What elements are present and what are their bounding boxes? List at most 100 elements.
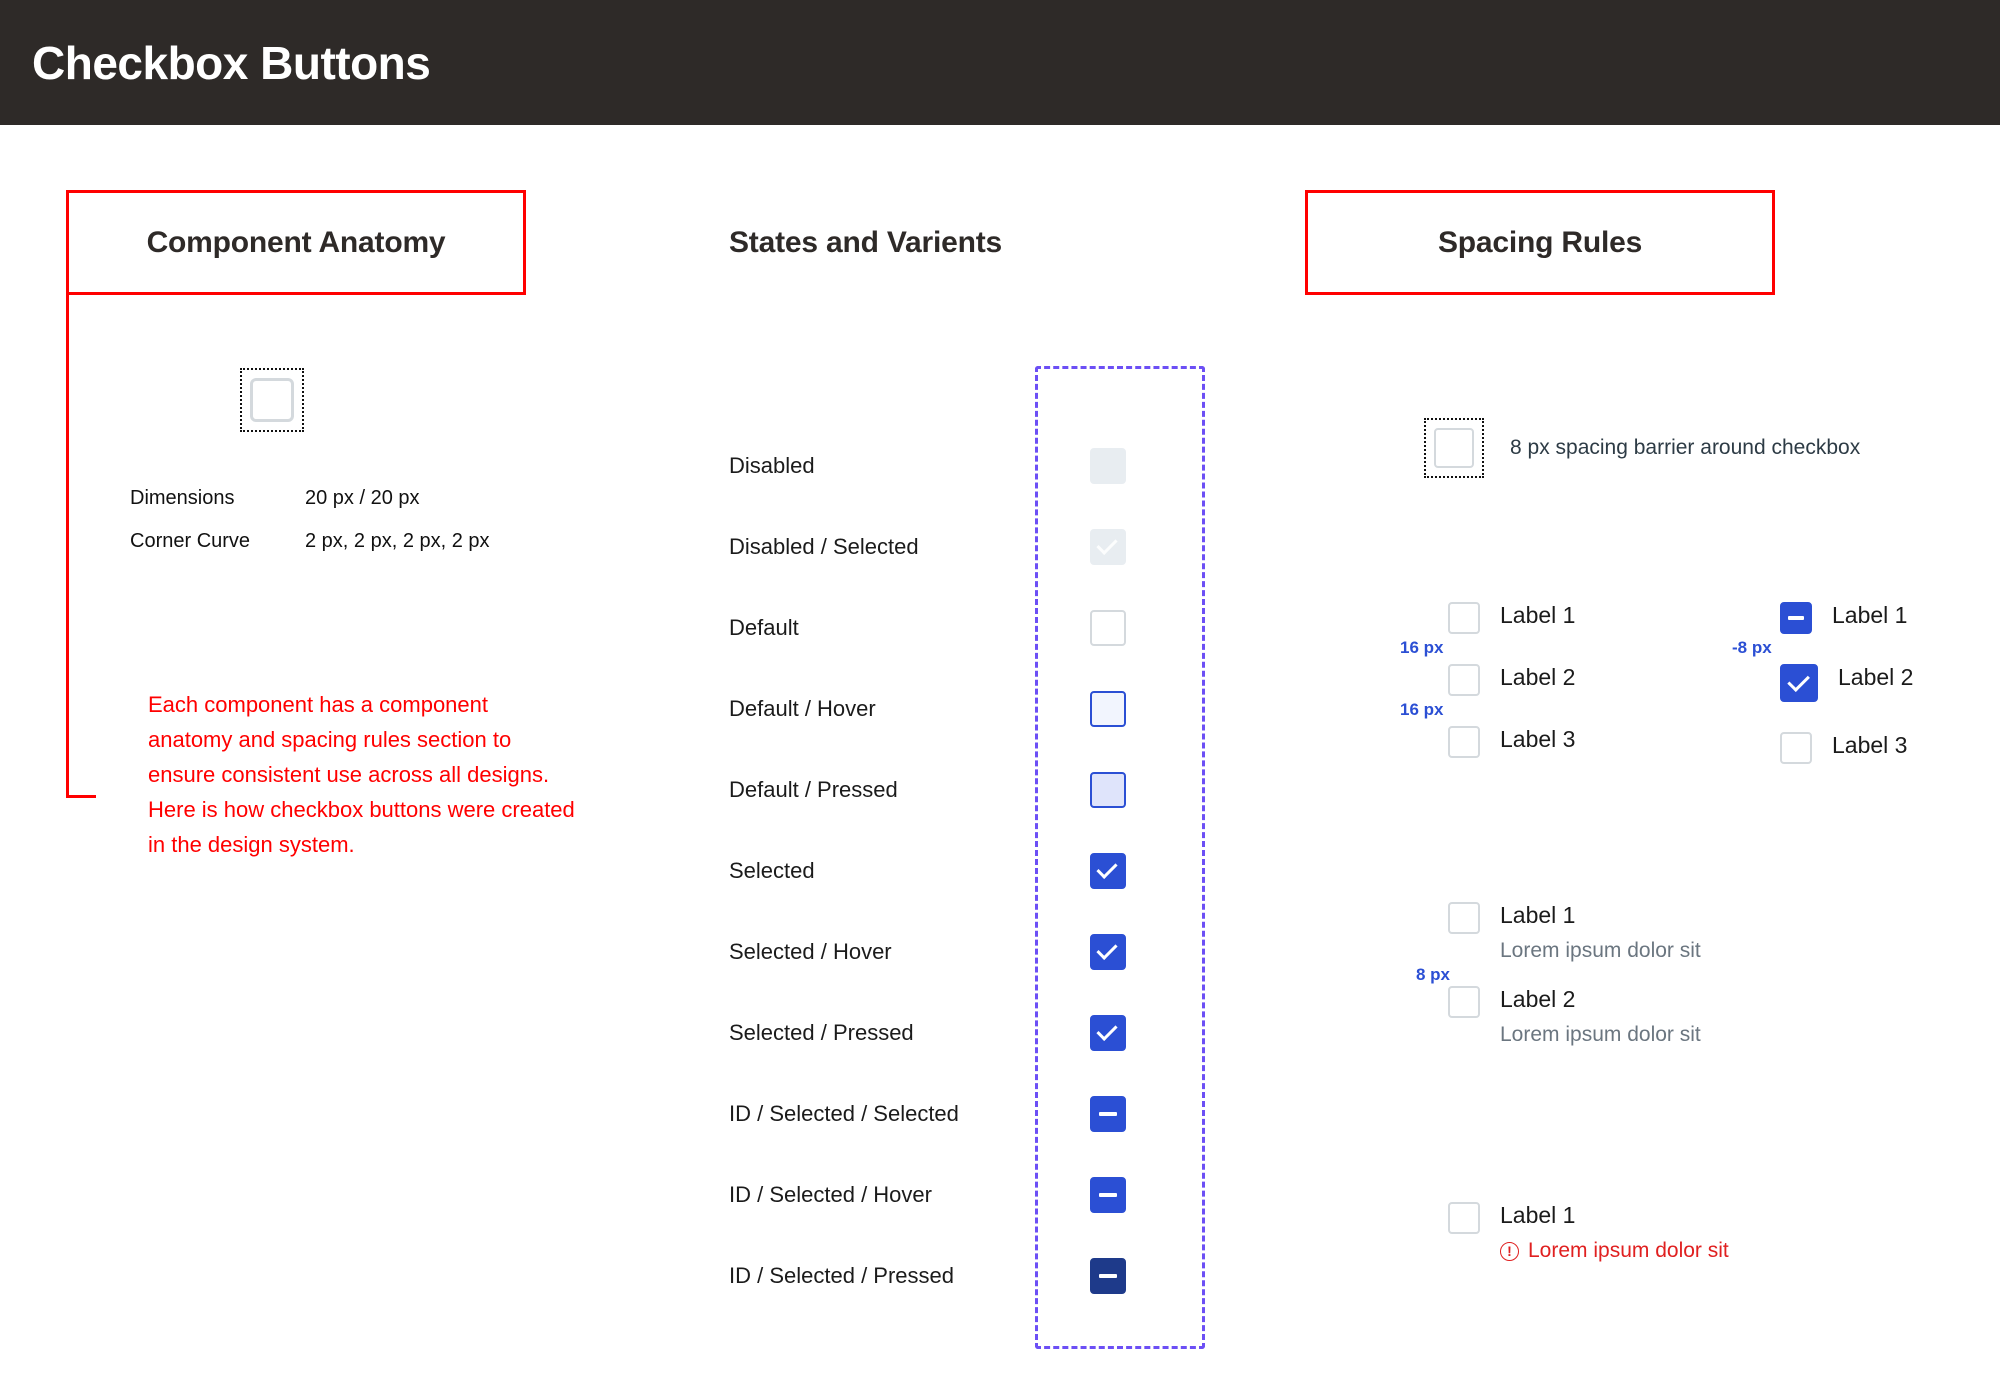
spacing-group-default: Label 1 16 px Label 2 16 px Label 3	[1400, 600, 1575, 758]
spacing-gap: 16 px	[1400, 696, 1575, 724]
states-label-list: Disabled Disabled / Selected Default Def…	[729, 425, 959, 1316]
list-item-label: Label 3	[1500, 726, 1576, 752]
anatomy-annotation-text: Each component has a component anatomy a…	[148, 692, 575, 857]
list-item[interactable]: Label 3	[1448, 724, 1575, 758]
checkbox-default[interactable]	[1448, 664, 1480, 696]
spacing-gap-label: -8 px	[1732, 638, 1772, 657]
checkbox-indeterminate[interactable]	[1780, 602, 1812, 634]
anatomy-red-rule-tick	[66, 795, 96, 798]
spec-value: 20 px / 20 px	[305, 487, 420, 509]
spacing-gap	[1780, 702, 1913, 730]
checkbox-default[interactable]	[1780, 732, 1812, 764]
spacing-barrier-outline	[1424, 418, 1484, 478]
checkbox-default[interactable]	[1448, 902, 1480, 934]
state-row: ID / Selected / Pressed	[729, 1235, 959, 1316]
spec-row: Corner Curve 2 px, 2 px, 2 px, 2 px	[130, 530, 490, 553]
list-item-error-text: Lorem ipsum dolor sit	[1528, 1239, 1729, 1262]
list-item[interactable]: Label 1 Lorem ipsum dolor sit	[1448, 900, 1701, 966]
spacing-barrier-note: 8 px spacing barrier around checkbox	[1510, 436, 1861, 459]
state-row: ID / Selected / Selected	[729, 1073, 959, 1154]
state-row: Selected / Hover	[729, 911, 959, 992]
swatch-row	[1090, 1235, 1126, 1316]
list-item-label: Label 2	[1500, 986, 1576, 1012]
spacing-group-selected: Label 1 -8 px Label 2 Label 3	[1732, 600, 1913, 764]
checkbox-disabled[interactable]	[1090, 447, 1126, 484]
dash-icon	[1098, 1192, 1118, 1197]
spacing-group-with-descriptions: Label 1 Lorem ipsum dolor sit 8 px Label…	[1416, 900, 1701, 1050]
spacing-gap-label: 8 px	[1416, 965, 1451, 984]
checkbox-default[interactable]	[1448, 602, 1480, 634]
dash-icon	[1098, 1111, 1118, 1116]
spacing-gap: 16 px	[1400, 634, 1575, 662]
swatch-row	[1090, 506, 1126, 587]
state-row: Disabled / Selected	[729, 506, 959, 587]
list-item[interactable]: Label 1 ! Lorem ipsum dolor sit	[1448, 1200, 1729, 1266]
checkbox-selected[interactable]	[1090, 852, 1126, 889]
list-item-description: Lorem ipsum dolor sit	[1500, 939, 1701, 962]
dash-icon	[1787, 616, 1805, 620]
checkbox-disabled-selected[interactable]	[1090, 528, 1126, 565]
list-item-label: Label 1	[1500, 1202, 1576, 1228]
list-item-label: Label 1	[1500, 902, 1576, 928]
section-heading-spacing-label: Spacing Rules	[1437, 225, 1643, 259]
checkbox-default[interactable]	[1448, 986, 1480, 1018]
state-row: Default	[729, 587, 959, 668]
section-heading-anatomy-label: Component Anatomy	[146, 225, 446, 259]
checkbox-selected[interactable]	[1780, 664, 1818, 702]
check-icon	[1096, 533, 1119, 555]
swatch-row	[1090, 668, 1126, 749]
check-icon	[1787, 669, 1810, 692]
list-item[interactable]: Label 1	[1448, 600, 1575, 634]
checkbox-selected-hover[interactable]	[1090, 933, 1126, 970]
page-header: Checkbox Buttons	[0, 0, 2000, 125]
barrier-checkbox[interactable]	[1434, 428, 1474, 468]
spec-key: Dimensions	[130, 487, 235, 509]
spacing-gap-label: 16 px	[1400, 638, 1444, 657]
list-item[interactable]: Label 2	[1448, 662, 1575, 696]
check-icon	[1096, 857, 1119, 879]
state-label: Selected	[729, 857, 815, 883]
state-label: Default	[729, 614, 799, 640]
state-row: Default / Pressed	[729, 749, 959, 830]
spec-key: Corner Curve	[130, 530, 251, 552]
list-item[interactable]: Label 2	[1780, 662, 1913, 702]
list-item[interactable]: Label 1	[1780, 600, 1913, 634]
state-row: ID / Selected / Hover	[729, 1154, 959, 1235]
checkbox-default[interactable]	[1090, 609, 1126, 646]
swatch-row	[1090, 911, 1126, 992]
spec-value: 2 px, 2 px, 2 px, 2 px	[305, 530, 490, 552]
list-item[interactable]: Label 2 Lorem ipsum dolor sit	[1448, 984, 1701, 1050]
list-item-label: Label 1	[1500, 602, 1576, 628]
swatch-row	[1090, 425, 1126, 506]
list-item[interactable]: Label 3	[1780, 730, 1913, 764]
checkbox-selected-pressed[interactable]	[1090, 1014, 1126, 1051]
section-heading-states-label: States and Varients	[729, 225, 1002, 259]
anatomy-checkbox[interactable]	[250, 378, 294, 422]
checkbox-default[interactable]	[1448, 1202, 1480, 1234]
spacing-barrier-demo: 8 px spacing barrier around checkbox	[1424, 418, 1860, 478]
swatch-row	[1090, 587, 1126, 668]
state-row: Default / Hover	[729, 668, 959, 749]
checkbox-indeterminate-selected[interactable]	[1090, 1095, 1126, 1132]
check-icon	[1096, 1019, 1119, 1041]
spacing-group-error: Label 1 ! Lorem ipsum dolor sit	[1448, 1200, 1729, 1266]
checkbox-default-pressed[interactable]	[1090, 771, 1126, 808]
state-label: Selected / Hover	[729, 938, 892, 964]
checkbox-indeterminate-pressed[interactable]	[1090, 1257, 1126, 1294]
checkbox-indeterminate-hover[interactable]	[1090, 1176, 1126, 1213]
state-label: ID / Selected / Pressed	[729, 1262, 954, 1288]
anatomy-checkbox-barrier	[240, 368, 304, 432]
spacing-gap: -8 px	[1732, 634, 1913, 662]
state-label: Default / Pressed	[729, 776, 898, 802]
spacing-gap-label: 16 px	[1400, 700, 1444, 719]
state-label: Disabled / Selected	[729, 533, 919, 559]
anatomy-red-rule	[66, 238, 69, 798]
anatomy-spec-table: Dimensions 20 px / 20 px Corner Curve 2 …	[130, 487, 490, 573]
state-label: ID / Selected / Selected	[729, 1100, 959, 1126]
error-circle-icon: !	[1500, 1241, 1519, 1261]
section-heading-states: States and Varients	[729, 190, 1189, 295]
checkbox-default-hover[interactable]	[1090, 690, 1126, 727]
checkbox-default[interactable]	[1448, 726, 1480, 758]
list-item-label: Label 2	[1838, 664, 1914, 690]
swatch-row	[1090, 1154, 1126, 1235]
